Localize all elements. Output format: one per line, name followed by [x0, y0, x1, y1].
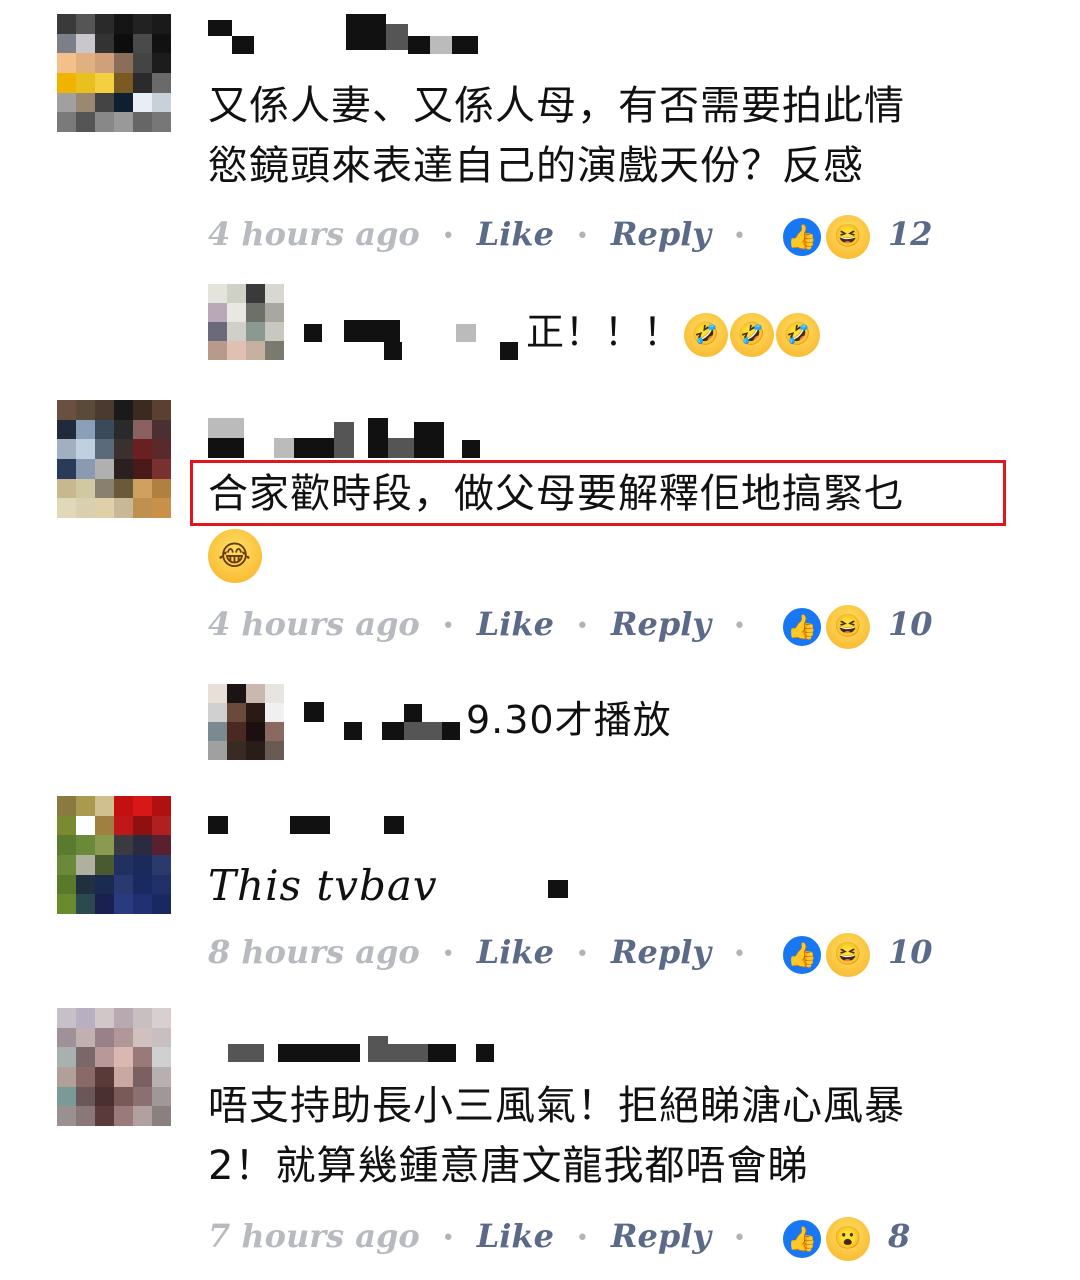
like-link[interactable]: Like: [477, 1217, 554, 1255]
reply-link[interactable]: Reply: [611, 605, 711, 643]
comment-text: 合家歡時段，做父母要解釋佢地搞緊乜 😂: [208, 464, 905, 584]
reaction-count: 10: [887, 605, 933, 643]
avatar[interactable]: [208, 284, 284, 360]
avatar[interactable]: [57, 14, 171, 132]
author-name-redacted[interactable]: [304, 702, 464, 742]
comment-meta: 4 hours ago • Like • Reply • 👍 😆 12: [208, 212, 933, 259]
comment-meta: 8 hours ago • Like • Reply • 👍 😆 10: [208, 930, 933, 977]
author-name-redacted[interactable]: [208, 816, 568, 898]
author-name-redacted[interactable]: [208, 14, 478, 54]
reactions-summary[interactable]: 👍 😆: [779, 932, 880, 977]
thumbs-up-icon: 👍: [779, 604, 824, 649]
timestamp: 7 hours ago: [208, 1217, 420, 1255]
author-name-redacted[interactable]: [304, 320, 518, 360]
reactions-summary[interactable]: 👍 😆: [779, 604, 880, 649]
avatar[interactable]: [208, 684, 284, 760]
avatar[interactable]: [57, 1008, 171, 1126]
thumbs-up-icon: 👍: [779, 214, 824, 259]
timestamp: 8 hours ago: [208, 933, 420, 971]
reaction-count: 12: [887, 215, 933, 253]
rofl-emoji-icon: 🤣: [730, 312, 775, 357]
tears-of-joy-emoji-icon: 😂: [208, 529, 262, 583]
reaction-count: 10: [887, 933, 933, 971]
reactions-summary[interactable]: 👍 😆: [779, 214, 880, 259]
comment-meta: 4 hours ago • Like • Reply • 👍 😆 10: [208, 602, 933, 649]
reply-text: 正！！！ 🤣 🤣 🤣: [526, 302, 821, 362]
comment-meta: 7 hours ago • Like • Reply • 👍 😮 8: [208, 1214, 911, 1261]
wow-icon: 😮: [825, 1216, 870, 1261]
like-link[interactable]: Like: [477, 605, 554, 643]
reply-text: 9.30才播放: [466, 698, 672, 742]
rofl-emoji-icon: 🤣: [776, 312, 821, 357]
thumbs-up-icon: 👍: [779, 1216, 824, 1261]
author-name-redacted[interactable]: [208, 418, 480, 458]
like-link[interactable]: Like: [477, 933, 554, 971]
reply-link[interactable]: Reply: [611, 215, 711, 253]
haha-icon: 😆: [825, 932, 870, 977]
avatar[interactable]: [57, 796, 171, 914]
haha-icon: 😆: [825, 214, 870, 259]
reaction-count: 8: [887, 1217, 911, 1255]
comment-text: This tvbav: [208, 861, 438, 910]
timestamp: 4 hours ago: [208, 215, 420, 253]
reactions-summary[interactable]: 👍 😮: [779, 1216, 880, 1261]
avatar[interactable]: [57, 400, 171, 518]
reply-link[interactable]: Reply: [611, 933, 711, 971]
rofl-emoji-icon: 🤣: [684, 312, 729, 357]
comment-text: 唔支持助長小三風氣！拒絕睇溏心風暴 2！就算幾鍾意唐文龍我都唔會睇: [208, 1083, 905, 1189]
like-link[interactable]: Like: [477, 215, 554, 253]
timestamp: 4 hours ago: [208, 605, 420, 643]
comment-text: 又係人妻、又係人母，有否需要拍此情 慾鏡頭來表達自己的演戲天份？反感: [208, 83, 905, 189]
author-name-redacted[interactable]: [228, 1036, 498, 1076]
haha-icon: 😆: [825, 604, 870, 649]
thumbs-up-icon: 👍: [779, 932, 824, 977]
reply-link[interactable]: Reply: [611, 1217, 711, 1255]
